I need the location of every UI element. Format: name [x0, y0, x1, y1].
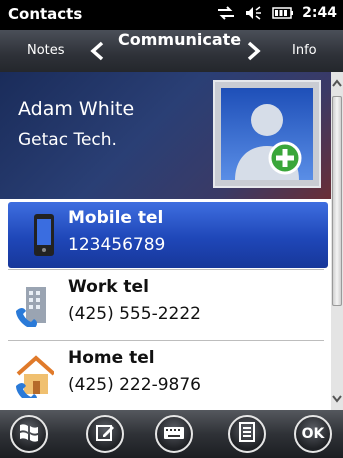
- contact-header: Adam White Getac Tech.: [0, 72, 331, 199]
- scroll-down-icon[interactable]: [331, 390, 343, 408]
- scroll-thumb[interactable]: [332, 96, 342, 306]
- entry-value: (425) 222-9876: [68, 375, 201, 395]
- contact-company: Getac Tech.: [18, 130, 117, 150]
- list-item-mobile[interactable]: Mobile tel 123456789: [8, 202, 328, 268]
- clock[interactable]: 2:44: [302, 5, 337, 21]
- tab-communicate[interactable]: Communicate: [118, 30, 241, 72]
- chevron-left-icon[interactable]: [88, 41, 106, 65]
- tab-info[interactable]: Info: [292, 30, 317, 72]
- windows-start-icon: [18, 422, 40, 446]
- status-bar: Contacts 2:44: [0, 0, 343, 30]
- tab-bar: Notes Communicate Info: [0, 30, 343, 72]
- sync-arrows-icon[interactable]: [216, 5, 236, 21]
- entry-label: Work tel: [68, 277, 149, 297]
- tab-notes[interactable]: Notes: [27, 30, 65, 72]
- contact-details-list: Mobile tel 123456789 Work tel (425) 555-…: [0, 199, 331, 410]
- keyboard-button[interactable]: [155, 415, 193, 453]
- menu-icon: [238, 422, 256, 446]
- edit-icon: [94, 421, 116, 447]
- speaker-icon[interactable]: [244, 5, 264, 21]
- edit-button[interactable]: [86, 415, 124, 453]
- add-contact-photo-icon: [221, 88, 313, 180]
- app-title: Contacts: [8, 5, 83, 23]
- ok-button[interactable]: OK: [294, 415, 332, 453]
- entry-label: Home tel: [68, 348, 155, 368]
- scrollbar[interactable]: [331, 72, 343, 410]
- entry-label: Mobile tel: [68, 208, 164, 228]
- keyboard-icon: [163, 425, 185, 444]
- work-building-phone-icon: [14, 281, 54, 329]
- contact-photo[interactable]: [213, 80, 321, 188]
- entry-value: 123456789: [68, 235, 166, 255]
- battery-icon[interactable]: [272, 6, 294, 20]
- entry-value: (425) 555-2222: [68, 304, 201, 324]
- contact-name: Adam White: [18, 98, 135, 120]
- list-item-work[interactable]: Work tel (425) 555-2222: [0, 271, 331, 337]
- bottom-toolbar: OK: [0, 410, 343, 458]
- divider: [8, 269, 324, 270]
- windows-start-button[interactable]: [10, 415, 48, 453]
- divider: [8, 340, 324, 341]
- status-icons: 2:44: [216, 5, 337, 21]
- menu-button[interactable]: [228, 415, 266, 453]
- list-item-home[interactable]: Home tel (425) 222-9876: [0, 342, 331, 408]
- scroll-up-icon[interactable]: [331, 74, 343, 92]
- home-phone-icon: [14, 352, 56, 404]
- mobile-phone-icon: [24, 212, 64, 258]
- chevron-right-icon[interactable]: [245, 41, 263, 65]
